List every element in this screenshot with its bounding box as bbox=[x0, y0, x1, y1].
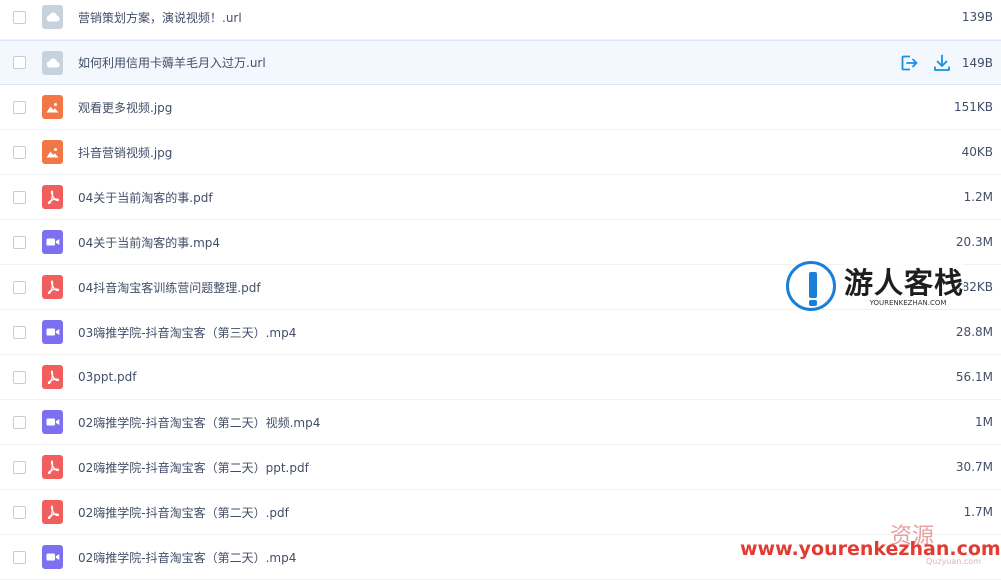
file-name[interactable]: 04抖音淘宝客训练营问题整理.pdf bbox=[78, 279, 261, 296]
watermark-url: www.yourenkezhan.com bbox=[740, 538, 1001, 560]
share-icon[interactable] bbox=[899, 53, 919, 73]
file-size: 1M bbox=[975, 415, 993, 429]
file-size: 30.7M bbox=[955, 460, 993, 474]
cloud-file-icon bbox=[42, 50, 63, 75]
pdf-file-icon bbox=[42, 365, 63, 389]
file-name[interactable]: 02嗨推学院-抖音淘宝客（第二天）.pdf bbox=[78, 504, 289, 521]
file-size: 56.1M bbox=[955, 370, 993, 384]
file-size: 139B bbox=[961, 10, 993, 24]
video-file-icon bbox=[42, 545, 63, 569]
row-checkbox[interactable] bbox=[13, 370, 26, 384]
file-row[interactable]: 04关于当前淘客的事.pdf 1.2M bbox=[0, 175, 1001, 220]
watermark-emblem-icon bbox=[786, 261, 836, 311]
file-row[interactable]: 抖音营销视频.jpg 40KB bbox=[0, 130, 1001, 175]
image-file-icon bbox=[42, 95, 63, 119]
file-name[interactable]: 02嗨推学院-抖音淘宝客（第二天）.mp4 bbox=[78, 549, 296, 566]
file-row[interactable]: 02嗨推学院-抖音淘宝客（第二天）视频.mp4 1M bbox=[0, 400, 1001, 445]
video-file-icon bbox=[42, 410, 63, 434]
video-file-icon bbox=[42, 320, 63, 344]
watermark-logo: 游人客栈 YOURENKEZHAN.COM bbox=[784, 258, 974, 318]
row-checkbox[interactable] bbox=[13, 415, 26, 429]
row-checkbox[interactable] bbox=[13, 235, 26, 249]
file-name[interactable]: 02嗨推学院-抖音淘宝客（第二天）视频.mp4 bbox=[78, 414, 320, 431]
row-checkbox[interactable] bbox=[13, 56, 26, 69]
pdf-file-icon bbox=[42, 185, 63, 209]
file-row[interactable]: 营销策划方案，演说视频！.url 139B bbox=[0, 0, 1001, 40]
pdf-file-icon bbox=[42, 500, 63, 524]
file-size: 151KB bbox=[953, 100, 993, 114]
file-row[interactable]: 观看更多视频.jpg 151KB bbox=[0, 85, 1001, 130]
row-checkbox[interactable] bbox=[13, 145, 26, 159]
file-name[interactable]: 04关于当前淘客的事.pdf bbox=[78, 189, 213, 206]
file-name[interactable]: 观看更多视频.jpg bbox=[78, 99, 172, 116]
pdf-file-icon bbox=[42, 275, 63, 299]
file-name[interactable]: 02嗨推学院-抖音淘宝客（第二天）ppt.pdf bbox=[78, 459, 309, 476]
file-name[interactable]: 营销策划方案，演说视频！.url bbox=[78, 9, 242, 26]
row-checkbox[interactable] bbox=[13, 100, 26, 114]
image-file-icon bbox=[42, 140, 63, 164]
file-name[interactable]: 03ppt.pdf bbox=[78, 370, 136, 384]
file-name[interactable]: 04关于当前淘客的事.mp4 bbox=[78, 234, 220, 251]
row-checkbox[interactable] bbox=[13, 280, 26, 294]
row-checkbox[interactable] bbox=[13, 10, 26, 24]
file-size: 1.7M bbox=[963, 505, 993, 519]
file-row[interactable]: 02嗨推学院-抖音淘宝客（第二天）ppt.pdf 30.7M bbox=[0, 445, 1001, 490]
download-icon[interactable] bbox=[932, 53, 952, 73]
row-checkbox[interactable] bbox=[13, 460, 26, 474]
file-row[interactable]: 02嗨推学院-抖音淘宝客（第二天）.pdf 1.7M bbox=[0, 490, 1001, 535]
pdf-file-icon bbox=[42, 455, 63, 479]
file-name[interactable]: 03嗨推学院-抖音淘宝客（第三天）.mp4 bbox=[78, 324, 296, 341]
cloud-file-icon bbox=[42, 5, 63, 29]
file-size: 149B bbox=[961, 55, 993, 70]
row-checkbox[interactable] bbox=[13, 325, 26, 339]
file-name[interactable]: 抖音营销视频.jpg bbox=[78, 144, 172, 161]
file-name[interactable]: 如何利用信用卡薅羊毛月入过万.url bbox=[78, 54, 266, 71]
file-row[interactable]: 如何利用信用卡薅羊毛月入过万.url 149B bbox=[0, 40, 1001, 85]
file-size: 1.2M bbox=[963, 190, 993, 204]
file-size: 20.3M bbox=[955, 235, 993, 249]
row-checkbox[interactable] bbox=[13, 550, 26, 564]
file-row[interactable]: 03ppt.pdf 56.1M bbox=[0, 355, 1001, 400]
row-checkbox[interactable] bbox=[13, 190, 26, 204]
video-file-icon bbox=[42, 230, 63, 254]
watermark-subtitle: YOURENKEZHAN.COM bbox=[844, 299, 972, 307]
row-checkbox[interactable] bbox=[13, 505, 26, 519]
row-actions bbox=[899, 53, 952, 73]
watermark-title: 游人客栈 bbox=[844, 260, 965, 302]
file-size: 40KB bbox=[961, 145, 993, 159]
file-size: 28.8M bbox=[955, 325, 993, 339]
